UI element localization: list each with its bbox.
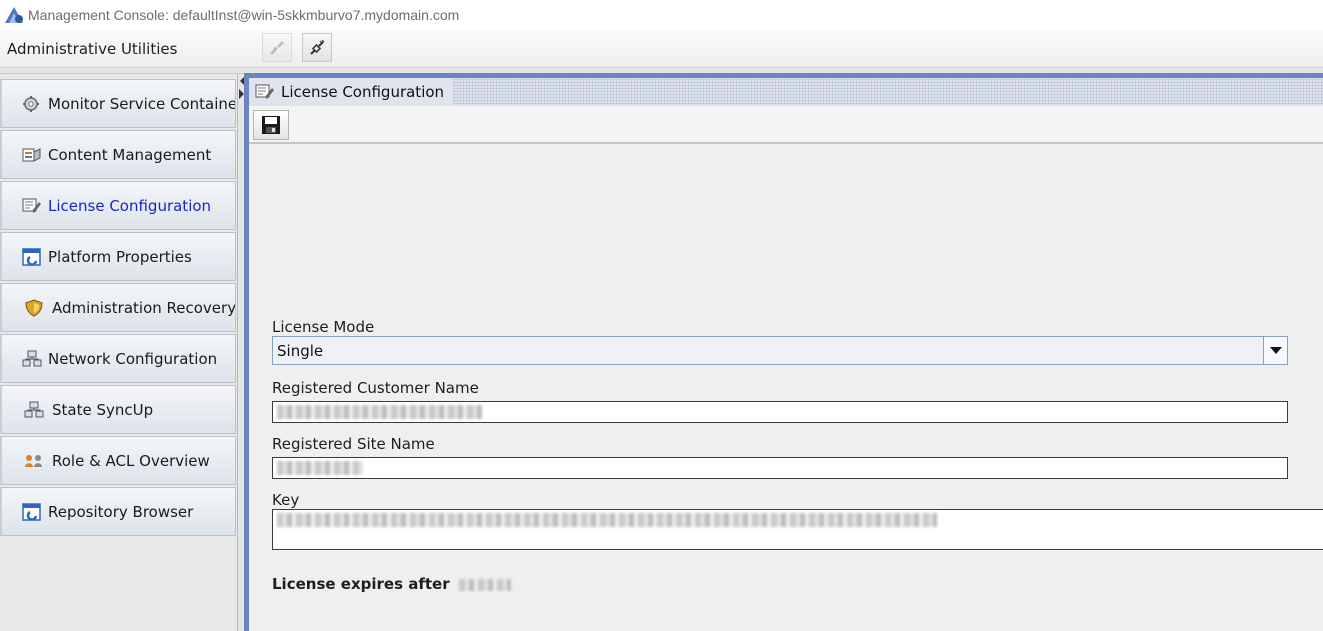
license-expiry-label: License expires after: [272, 575, 450, 593]
floppy-disk-icon: [262, 116, 280, 134]
sidebar-item-role-acl-overview[interactable]: Role & ACL Overview: [0, 436, 236, 485]
site-name-label: Registered Site Name: [272, 435, 435, 453]
content-management-icon: [22, 147, 41, 162]
properties-window-icon: [22, 247, 41, 266]
redacted-value: [277, 461, 363, 475]
redacted-value: [277, 405, 482, 419]
sidebar-item-label: Platform Properties: [48, 247, 192, 266]
redacted-value: [458, 578, 511, 591]
toolbar-title: Administrative Utilities: [7, 40, 178, 58]
app-icon: [5, 7, 23, 23]
sidebar-item-label: Monitor Service Containers: [48, 94, 236, 113]
disconnect-button[interactable]: [262, 33, 292, 62]
panel-header: License Configuration: [249, 78, 1323, 106]
sidebar-item-platform-properties[interactable]: Platform Properties: [0, 232, 236, 281]
sidebar-item-label: Role & ACL Overview: [52, 451, 210, 470]
license-key-field[interactable]: [272, 509, 1323, 550]
save-button[interactable]: [253, 110, 289, 140]
panel-toolbar: [249, 106, 1323, 144]
license-configuration-panel: License Configuration License Mode Singl…: [244, 73, 1323, 631]
window-title: Management Console: defaultInst@win-5skk…: [28, 7, 460, 23]
customer-name-field[interactable]: [272, 401, 1288, 423]
shield-icon: [25, 298, 43, 317]
sidebar-item-content-management[interactable]: Content Management: [0, 130, 236, 179]
users-roles-icon: [25, 454, 42, 467]
dropdown-arrow-button[interactable]: [1263, 337, 1287, 364]
site-name-field[interactable]: [272, 457, 1288, 479]
sidebar-item-repository-browser[interactable]: Repository Browser: [0, 487, 236, 536]
main-toolbar: Administrative Utilities: [0, 30, 1323, 68]
repository-window-icon: [22, 502, 41, 521]
sidebar-item-license-configuration[interactable]: License Configuration: [0, 181, 236, 230]
sidebar-item-monitor-service-containers[interactable]: Monitor Service Containers: [0, 79, 236, 128]
window-title-bar: Management Console: defaultInst@win-5skk…: [0, 0, 1323, 30]
connect-icon: [310, 39, 325, 55]
redacted-value: [277, 513, 937, 527]
sidebar-item-label: License Configuration: [48, 196, 212, 215]
monitor-gear-icon: [23, 95, 39, 112]
disconnect-icon: [270, 40, 284, 55]
sidebar-item-administration-recovery[interactable]: Administration Recovery: [0, 283, 236, 332]
chevron-down-icon: [1269, 347, 1282, 354]
license-expiry-text: License expires after: [272, 575, 511, 593]
sidebar: Monitor Service Containers Content Manag…: [0, 74, 238, 631]
network-sync-icon: [24, 401, 44, 417]
sidebar-item-state-syncup[interactable]: State SyncUp: [0, 385, 236, 434]
license-icon: [22, 198, 41, 213]
sidebar-item-label: Repository Browser: [48, 502, 194, 521]
license-mode-select[interactable]: Single: [272, 336, 1288, 365]
network-icon: [22, 350, 42, 366]
sidebar-item-label: State SyncUp: [52, 400, 154, 419]
key-label: Key: [272, 491, 300, 509]
sidebar-item-label: Content Management: [48, 145, 212, 164]
license-mode-value: Single: [277, 341, 324, 360]
sidebar-item-label: Administration Recovery: [52, 298, 236, 317]
panel-title: License Configuration: [281, 83, 445, 101]
customer-name-label: Registered Customer Name: [272, 379, 479, 397]
license-icon: [255, 84, 274, 99]
sidebar-item-network-configuration[interactable]: Network Configuration: [0, 334, 236, 383]
license-mode-label: License Mode: [272, 318, 375, 336]
sidebar-item-label: Network Configuration: [48, 349, 218, 368]
connect-button[interactable]: [302, 33, 332, 62]
